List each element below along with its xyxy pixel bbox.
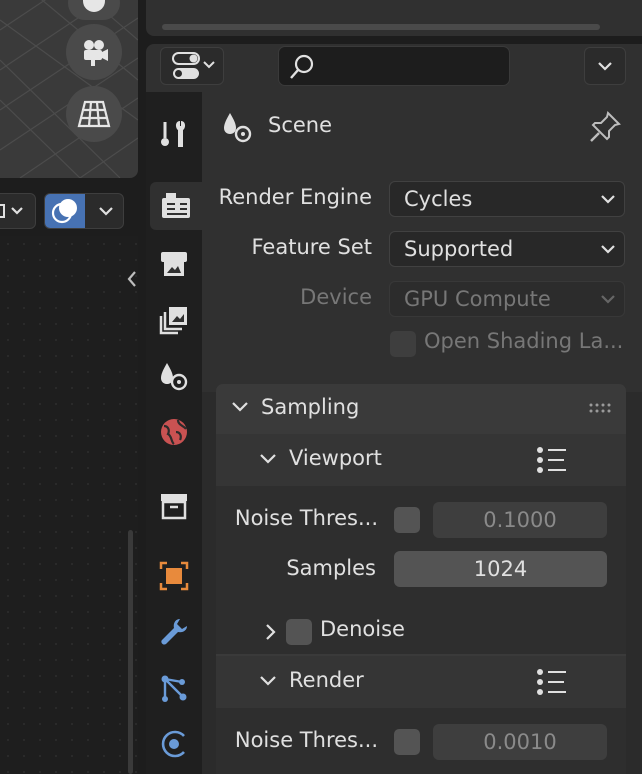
denoise-checkbox[interactable] [286,619,312,645]
hand-pan-icon[interactable] [68,0,120,20]
sampling-title: Sampling [261,395,360,419]
overlay-toggle-group[interactable] [44,193,124,229]
tab-output[interactable] [150,240,198,288]
tab-modifiers[interactable] [150,608,198,656]
wrench-icon [161,619,187,645]
overlays-icon[interactable] [45,194,85,228]
render-noise-threshold-label: Noise Thres... [234,728,378,752]
viewport-noise-threshold-checkbox[interactable] [394,507,420,533]
viewport-title: Viewport [289,446,382,470]
feature-set-label: Feature Set [251,235,372,259]
viewport-grid [0,0,138,178]
render-noise-threshold-checkbox[interactable] [394,729,420,755]
device-label: Device [300,285,372,309]
editor-type-button[interactable] [160,47,224,85]
ortho-grid-icon[interactable] [66,86,122,142]
render-engine-value: Cycles [404,187,473,211]
feature-set-value: Supported [404,237,514,261]
device-dropdown[interactable]: GPU Compute [389,281,625,317]
feature-set-dropdown[interactable]: Supported [389,231,625,267]
world-icon [161,419,187,445]
shading-dropdown-button[interactable] [0,193,36,229]
tool-icon [161,121,186,147]
tab-render[interactable] [150,182,202,230]
viewport-scrollbar[interactable] [128,530,133,774]
particles-icon [161,675,187,702]
tab-scene[interactable] [150,352,198,400]
render-noise-threshold-field[interactable]: 0.0010 [433,724,607,760]
options-dropdown-button[interactable] [584,47,626,85]
chevron-down-icon [598,62,612,71]
chevron-down-icon [260,676,276,686]
tab-object[interactable] [150,552,198,600]
render-engine-label: Render Engine [218,185,372,209]
presets-list-icon[interactable] [536,446,568,474]
physics-icon [161,730,185,758]
render-subpanel-header[interactable]: Render [216,656,626,708]
render-camera-icon [162,193,190,218]
object-icon [159,561,189,591]
chevron-down-icon[interactable] [91,194,121,228]
chevron-down-icon [598,182,618,216]
tab-physics[interactable] [150,720,198,768]
chevron-down-icon [598,232,618,266]
viewport-samples-label: Samples [286,556,376,580]
search-icon [290,54,314,79]
render-title: Render [289,668,364,692]
viewport-subpanel-header[interactable]: Viewport [216,434,626,486]
viewport-area[interactable] [0,0,138,178]
sampling-panel-header[interactable]: Sampling [216,384,626,434]
tab-world[interactable] [150,408,198,456]
camera-view-icon[interactable] [66,24,122,80]
chevron-down-icon [598,282,618,316]
pin-icon[interactable] [588,110,622,144]
viewport-noise-threshold-field[interactable]: 0.1000 [433,502,607,538]
presets-list-icon[interactable] [536,668,568,696]
sidebar-toggle-arrow-icon[interactable] [121,264,143,294]
collection-box-icon [161,494,187,520]
device-value: GPU Compute [404,287,551,311]
denoise-label: Denoise [320,617,405,641]
outliner-bottom [146,0,642,36]
chevron-right-icon[interactable] [264,622,278,642]
viewport-samples-field[interactable]: 1024 [394,551,607,587]
drag-handle-icon[interactable] [588,402,614,414]
viewport-noise-threshold-label: Noise Thres... [234,506,378,530]
chevron-down-icon [260,454,276,464]
tab-collection[interactable] [150,482,198,530]
outliner-scrollbar[interactable] [162,24,600,30]
scene-icon [161,363,188,391]
viewport-lower[interactable] [0,236,138,774]
context-title: Scene [268,113,333,137]
tab-particles[interactable] [150,664,198,712]
render-engine-dropdown[interactable]: Cycles [389,181,625,217]
open-shading-label: Open Shading La... [424,329,624,353]
view-layer-icon [159,307,187,335]
output-printer-icon [161,252,187,276]
search-input[interactable] [278,46,510,86]
chevron-down-icon [232,402,248,412]
tab-tool[interactable] [150,110,198,158]
open-shading-checkbox[interactable] [390,331,416,357]
scene-icon [224,113,252,143]
tab-view-layer[interactable] [150,296,198,344]
